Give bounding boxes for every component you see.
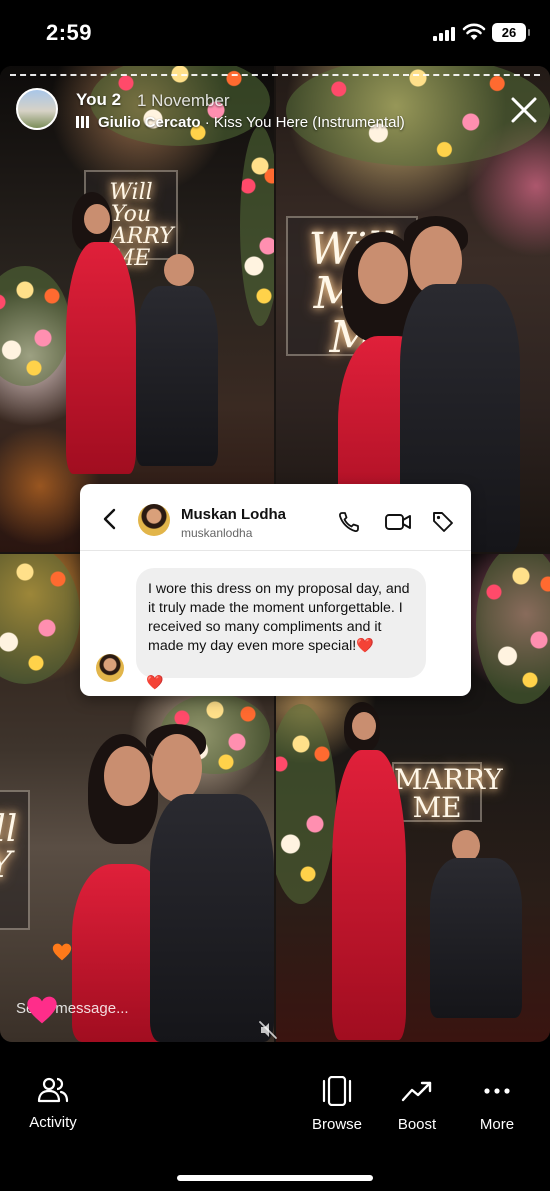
black-suit — [136, 286, 218, 466]
status-bar: 2:59 26 — [0, 0, 550, 66]
more-label: More — [479, 1116, 515, 1133]
music-separator: · — [200, 114, 214, 131]
bottom-toolbar: Activity Browse Boost More — [0, 1042, 550, 1191]
battery-icon: 26 — [492, 23, 530, 42]
person-face — [84, 204, 110, 234]
back-icon — [103, 508, 116, 530]
flower-arch — [276, 704, 336, 904]
black-suit — [430, 858, 522, 1018]
red-dress — [66, 242, 136, 474]
heart-icon — [52, 943, 72, 961]
dm-message-bubble: I wore this dress on my proposal day, an… — [136, 568, 426, 678]
more-dots-icon — [484, 1088, 510, 1094]
status-time: 2:59 — [46, 20, 93, 45]
person-face — [358, 242, 408, 304]
story-music[interactable]: Giulio Cercato · Kiss You Here (Instrume… — [76, 114, 405, 131]
dm-divider — [80, 550, 471, 551]
person-face — [164, 254, 194, 286]
people-icon — [37, 1077, 69, 1103]
phone-icon — [338, 512, 359, 533]
mute-icon[interactable] — [258, 1020, 278, 1040]
activity-button[interactable]: Activity — [22, 1076, 84, 1131]
flower-arch — [476, 554, 550, 704]
person-face — [152, 734, 202, 802]
browse-label: Browse — [311, 1116, 363, 1133]
boost-label: Boost — [397, 1116, 437, 1133]
signal-icon — [433, 27, 455, 41]
music-bars-icon — [76, 116, 90, 128]
story-date: 1 November — [137, 91, 230, 110]
music-artist: Giulio Cercato — [98, 114, 201, 131]
story-photo-2: Will MA M — [276, 66, 550, 552]
flower-arrangement — [0, 266, 70, 386]
neon-sign: MARRY ME — [392, 762, 503, 824]
home-indicator[interactable] — [177, 1175, 373, 1181]
person-face — [104, 746, 150, 806]
story-progress-bar — [10, 74, 540, 76]
story-username[interactable]: You 2 — [76, 90, 121, 110]
dm-screenshot-card: Muskan Lodha muskanlodha I wore this dre… — [80, 484, 471, 696]
flower-arrangement — [240, 126, 274, 326]
dm-heart-reaction: ❤️ — [146, 674, 164, 690]
trending-up-icon — [401, 1081, 432, 1102]
neon-sign: ill Y — [0, 790, 30, 930]
video-icon — [385, 514, 411, 530]
red-dress — [332, 750, 406, 1040]
close-icon[interactable] — [508, 94, 540, 126]
dm-handle: muskanlodha — [181, 526, 253, 540]
heart-icon[interactable] — [26, 994, 58, 1026]
browse-button[interactable]: Browse — [306, 1076, 368, 1133]
more-button[interactable]: More — [466, 1076, 528, 1133]
story-viewer[interactable]: Will You MARRY ME Will MA M ill Y MARRY … — [0, 66, 550, 1042]
music-track: Kiss You Here (Instrumental) — [213, 114, 405, 131]
browse-icon — [322, 1076, 352, 1106]
dm-name: Muskan Lodha — [181, 506, 287, 523]
person-face — [352, 712, 376, 740]
story-photo-1: Will You MARRY ME — [0, 66, 274, 552]
black-suit — [150, 794, 274, 1042]
dm-message-avatar — [96, 654, 124, 682]
tag-icon — [433, 512, 453, 532]
dm-avatar — [138, 504, 170, 536]
story-avatar[interactable] — [16, 88, 58, 130]
flower-arrangement — [0, 554, 80, 684]
boost-button[interactable]: Boost — [386, 1076, 448, 1133]
activity-label: Activity — [29, 1114, 77, 1131]
wifi-icon — [462, 23, 486, 40]
